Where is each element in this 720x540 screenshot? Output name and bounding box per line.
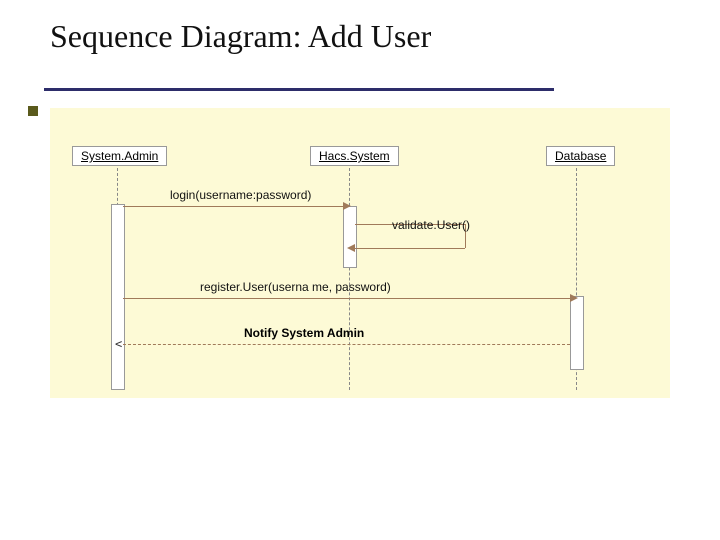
activation-hacs-system	[343, 206, 357, 268]
bullet-icon	[28, 106, 38, 116]
slide: Sequence Diagram: Add User System.Admin …	[0, 0, 720, 540]
arrow-login	[123, 206, 343, 207]
arrow-register	[123, 298, 570, 299]
arrowhead-open-icon: <	[115, 337, 122, 351]
arrowhead-icon	[343, 202, 351, 210]
message-register: register.User(userna me, password)	[200, 280, 391, 294]
participant-database: Database	[546, 146, 615, 166]
arrowhead-icon	[347, 244, 355, 252]
message-validate: validate.User()	[392, 218, 470, 232]
activation-system-admin	[111, 204, 125, 390]
activation-database	[570, 296, 584, 370]
arrowhead-icon	[570, 294, 578, 302]
page-title: Sequence Diagram: Add User	[50, 18, 431, 55]
arrow-notify	[123, 344, 570, 345]
arrow-validate-back	[355, 248, 465, 249]
participant-hacs-system: Hacs.System	[310, 146, 399, 166]
message-notify: Notify System Admin	[244, 326, 364, 340]
participant-system-admin: System.Admin	[72, 146, 167, 166]
message-login: login(username:password)	[170, 188, 311, 202]
title-underline	[44, 88, 554, 91]
